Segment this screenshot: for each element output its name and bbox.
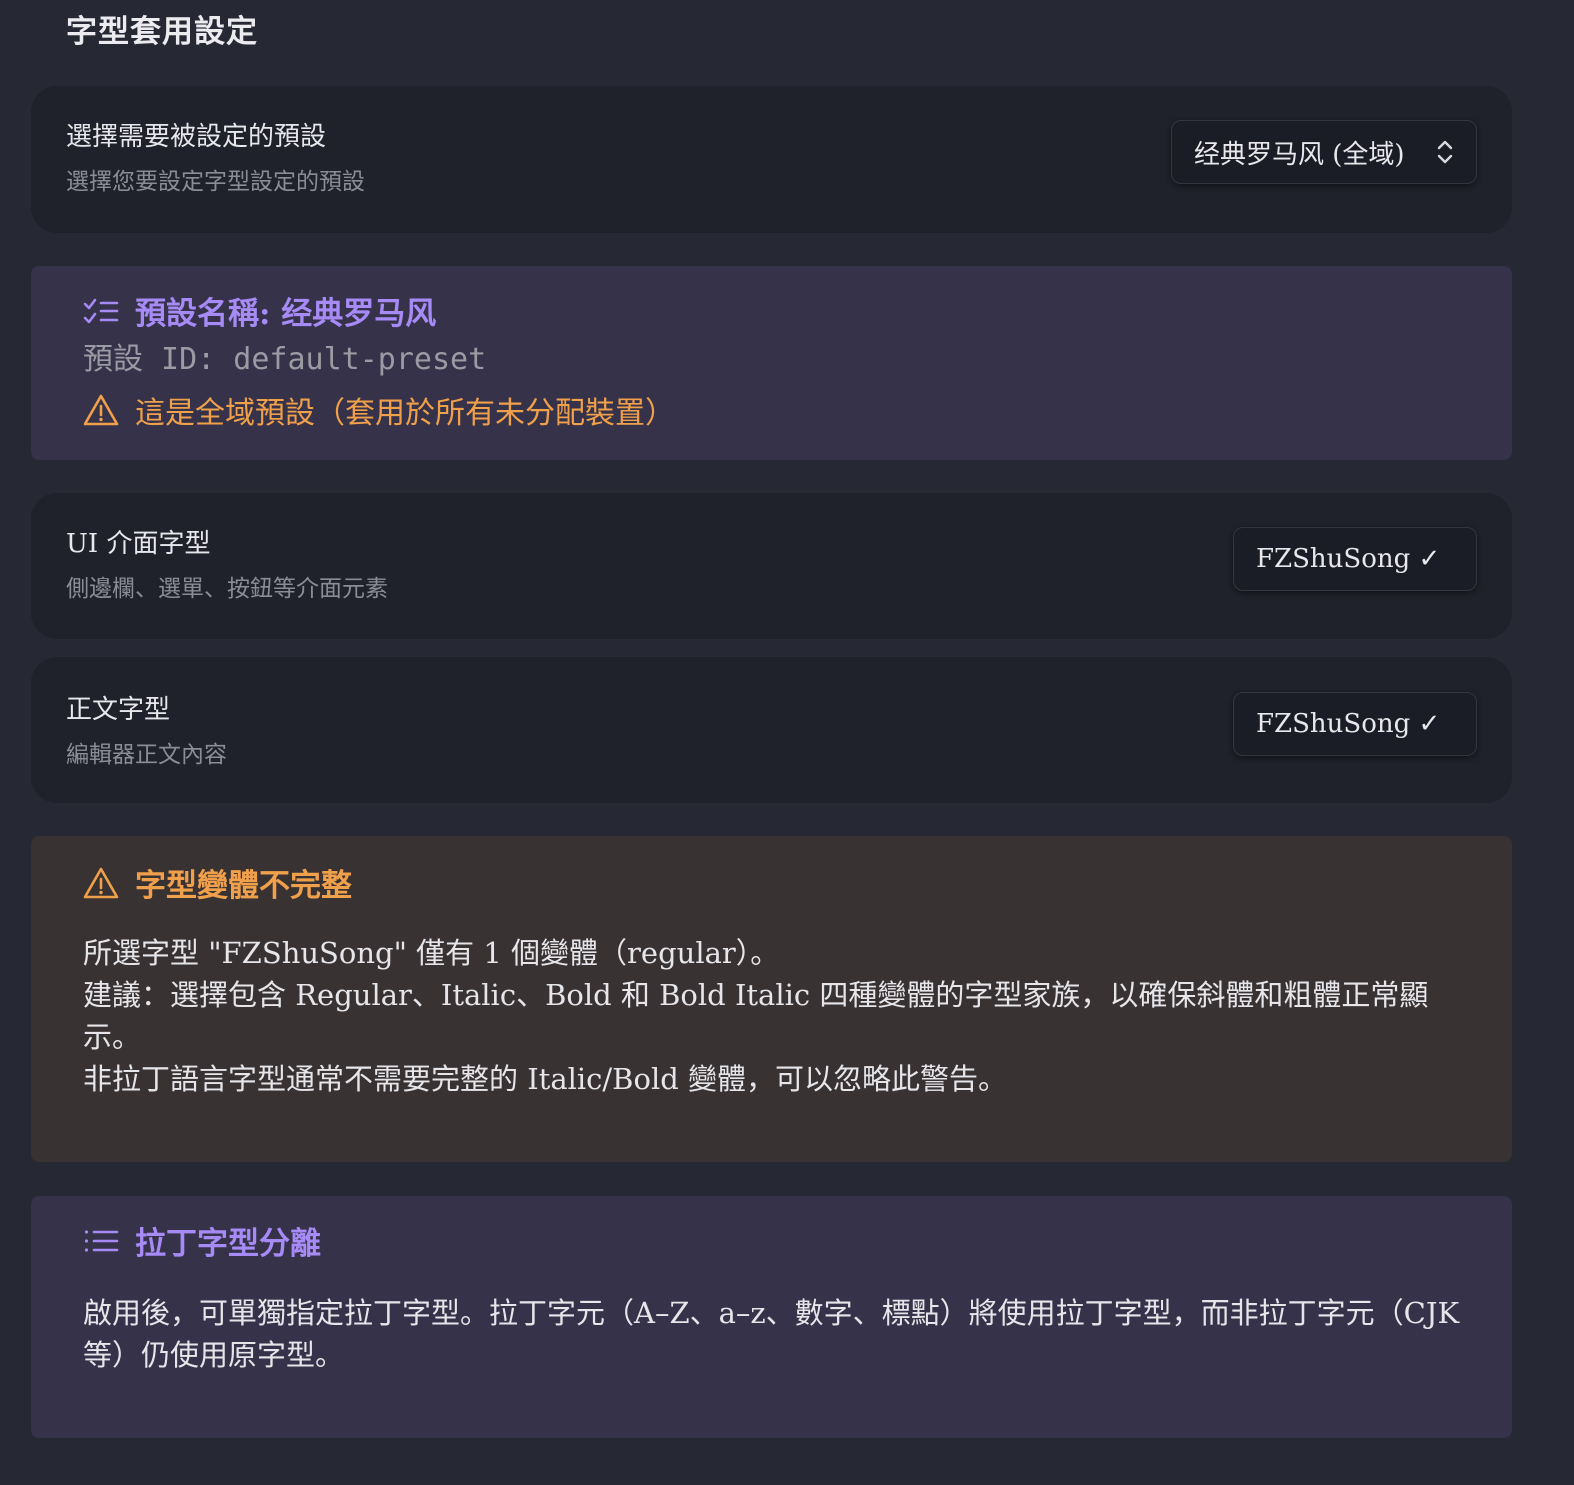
preset-info-title: 預設名稱: 经典罗马风 [135, 296, 437, 332]
variant-warning-title: 字型變體不完整 [135, 868, 352, 904]
body-font-label: 正文字型 [66, 695, 171, 725]
ui-font-card: UI 介面字型 側邊欄、選單、按鈕等介面元素 FZShuSong ✓ [31, 493, 1512, 639]
preset-selector-description: 選擇您要設定字型設定的預設 [66, 169, 365, 195]
body-font-select-value: FZShuSong ✓ [1256, 709, 1441, 739]
preset-selector-card: 選擇需要被設定的預設 選擇您要設定字型設定的預設 经典罗马风 (全域) [31, 86, 1512, 233]
variant-warning-line-1: 所選字型 "FZShuSong" 僅有 1 個變體（regular）。 [83, 936, 780, 970]
warning-triangle-icon [83, 867, 119, 898]
body-font-description: 編輯器正文內容 [66, 742, 227, 768]
latin-separation-body: 啟用後，可單獨指定拉丁字型。拉丁字元（A–Z、a–z、數字、標點）將使用拉丁字型… [83, 1292, 1477, 1376]
preset-info-title-row: 預設名稱: 经典罗马风 [83, 288, 436, 333]
variant-warning-body: 所選字型 "FZShuSong" 僅有 1 個變體（regular）。 建議：選… [83, 932, 1477, 1100]
chevron-up-down-icon [1437, 140, 1453, 164]
variant-warning-title-row: 字型變體不完整 [83, 860, 352, 905]
preset-select[interactable]: 经典罗马风 (全域) [1171, 120, 1477, 184]
list-icon [84, 1229, 119, 1252]
ui-font-label: UI 介面字型 [66, 529, 211, 559]
body-font-select[interactable]: FZShuSong ✓ [1233, 692, 1477, 756]
variant-warning-callout: 字型變體不完整 所選字型 "FZShuSong" 僅有 1 個變體（regula… [31, 836, 1512, 1162]
body-font-card: 正文字型 編輯器正文內容 FZShuSong ✓ [31, 657, 1512, 803]
preset-select-value: 经典罗马风 (全域) [1194, 139, 1405, 170]
page-title: 字型套用設定 [66, 14, 258, 50]
latin-separation-title-row: 拉丁字型分離 [83, 1218, 321, 1263]
ui-font-select[interactable]: FZShuSong ✓ [1233, 527, 1477, 591]
ui-font-select-value: FZShuSong ✓ [1256, 544, 1441, 574]
latin-separation-title: 拉丁字型分離 [135, 1226, 321, 1262]
global-preset-note: 這是全域預設（套用於所有未分配裝置） [135, 396, 675, 431]
global-preset-note-row: 這是全域預設（套用於所有未分配裝置） [83, 388, 675, 432]
ui-font-description: 側邊欄、選單、按鈕等介面元素 [66, 576, 388, 602]
latin-separation-callout: 拉丁字型分離 啟用後，可單獨指定拉丁字型。拉丁字元（A–Z、a–z、數字、標點）… [31, 1196, 1512, 1438]
variant-warning-line-2: 建議：選擇包含 Regular、Italic、Bold 和 Bold Itali… [83, 978, 1429, 1054]
variant-warning-line-3: 非拉丁語言字型通常不需要完整的 Italic/Bold 變體，可以忽略此警告。 [83, 1062, 1008, 1096]
checklist-icon [83, 298, 119, 323]
warning-triangle-icon [83, 394, 119, 426]
preset-id-line: 預設 ID: default-preset [83, 342, 487, 377]
latin-separation-text: 啟用後，可單獨指定拉丁字型。拉丁字元（A–Z、a–z、數字、標點）將使用拉丁字型… [83, 1296, 1460, 1372]
preset-info-callout: 預設名稱: 经典罗马风 預設 ID: default-preset 這是全域預設… [31, 266, 1512, 460]
preset-selector-label: 選擇需要被設定的預設 [66, 122, 327, 152]
